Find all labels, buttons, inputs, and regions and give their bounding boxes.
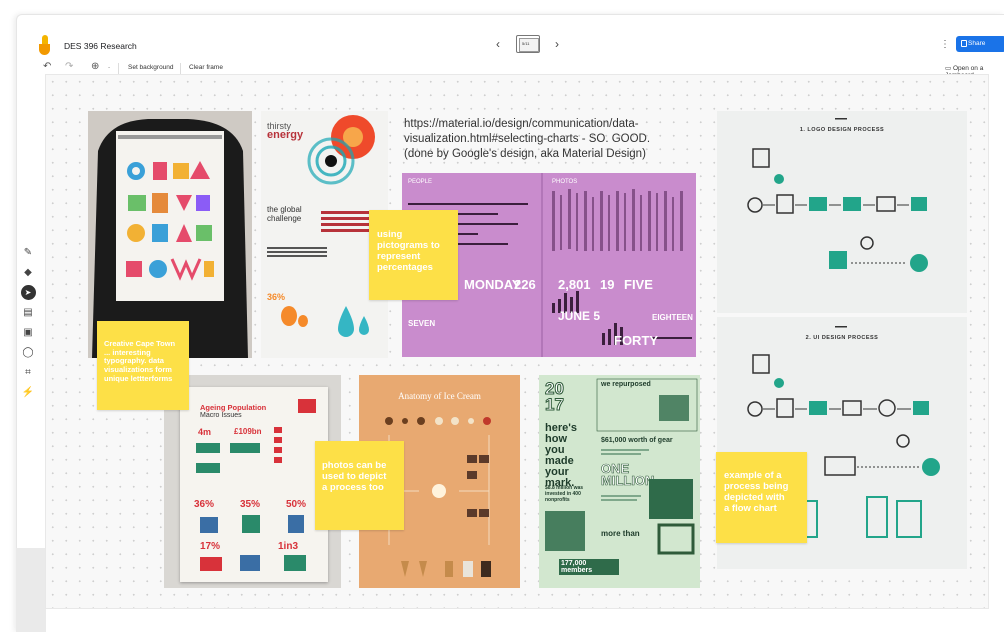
stat-19: 19: [600, 277, 615, 292]
share-button[interactable]: Share: [956, 36, 1004, 52]
stat-five: FIVE: [624, 277, 653, 292]
frame-indicator-button[interactable]: 5/11: [516, 35, 540, 53]
sticky-pictograms-text: using pictograms to represent percentage…: [377, 229, 440, 273]
top-bar: DES 396 Research ‹ 5/11 › ⋮ Share: [17, 15, 1004, 59]
more-options-icon[interactable]: ⋮: [940, 39, 950, 50]
background-panel: [16, 548, 46, 632]
image-tool-icon[interactable]: ▣: [17, 323, 39, 341]
stat-forty: FORTY: [614, 333, 659, 348]
sticky-flow-chart-text: example of a process being depicted with…: [724, 470, 789, 514]
monday-stat: MONDAY: [464, 277, 521, 292]
sticky-note-photos-process[interactable]: photos can be used to depict a process t…: [315, 441, 404, 530]
stat-226: 226: [514, 277, 536, 292]
select-cursor-icon: ➤: [20, 284, 36, 300]
stat-2801: 2,801: [558, 277, 591, 292]
zoom-dropdown[interactable]: -: [108, 64, 110, 71]
ui-process-title: 2. UI DESIGN PROCESS: [805, 335, 879, 341]
text-box-tool-icon[interactable]: ⌗: [17, 363, 39, 381]
sticky-note-cape-town[interactable]: Creative Cape Town ... interesting typog…: [97, 321, 189, 410]
tool-rail: ✎ ◆ ➤ ▤ ▣ ◯ ⌗ ⚡: [17, 243, 39, 433]
sticky-cape-town-text: Creative Cape Town ... interesting typog…: [104, 339, 176, 383]
green-illustration: [545, 378, 698, 555]
next-frame-button[interactable]: ›: [555, 37, 559, 51]
undo-icon[interactable]: ↶: [43, 61, 51, 72]
laser-tool-icon[interactable]: ⚡: [17, 383, 39, 401]
shape-tool-icon[interactable]: ◯: [17, 343, 39, 361]
sticky-note-pictograms[interactable]: using pictograms to represent percentage…: [369, 210, 458, 300]
share-label: Share: [968, 40, 986, 47]
global-challenge-label: the global challenge: [267, 205, 302, 223]
zoom-icon[interactable]: ⊕: [91, 61, 99, 72]
ageing-icons: [196, 399, 316, 571]
logo-process-flowchart: [747, 118, 928, 272]
stat-june5: JUNE 5: [558, 309, 601, 323]
frame-indicator-label: 5/11: [522, 41, 530, 46]
logo-design-process-image[interactable]: 1. LOGO DESIGN PROCESS: [717, 111, 967, 313]
ageing-poster: Ageing Population Macro Issues 4m £109bn…: [180, 387, 328, 582]
sticky-note-tool-icon[interactable]: ▤: [17, 303, 39, 321]
sticky-photos-process-text: photos can be used to depict a process t…: [322, 460, 387, 493]
toolbar-divider: [118, 63, 119, 74]
set-background-button[interactable]: Set background: [128, 64, 174, 71]
stat-eighteen: EIGHTEEN: [652, 313, 693, 322]
logo-process-title: 1. LOGO DESIGN PROCESS: [799, 127, 885, 133]
redo-icon[interactable]: ↷: [65, 61, 73, 72]
eraser-tool-icon[interactable]: ◆: [17, 263, 39, 281]
clear-frame-button[interactable]: Clear frame: [189, 64, 223, 71]
sticky-note-flow-chart[interactable]: example of a process being depicted with…: [716, 452, 807, 543]
previous-frame-button[interactable]: ‹: [496, 37, 500, 51]
green-report-infographic-image[interactable]: 20 17 here's how you made your mark. $8.8…: [539, 375, 700, 588]
select-tool-icon[interactable]: ➤: [17, 283, 39, 301]
share-lock-icon: [961, 40, 967, 47]
stat-seven: SEVEN: [408, 319, 436, 328]
percent-36-label: 36%: [267, 292, 286, 302]
whiteboard-canvas[interactable]: thirsty energy the global challenge 36% …: [45, 74, 989, 609]
jamboard-logo-icon: [39, 35, 50, 55]
document-title[interactable]: DES 396 Research: [64, 41, 137, 51]
photos-column-label: PHOTOS: [552, 179, 578, 185]
people-column-label: PEOPLE: [408, 179, 433, 185]
pen-tool-icon[interactable]: ✎: [17, 243, 39, 261]
ice-cream-title: Anatomy of Ice Cream: [398, 391, 481, 401]
toolbar-divider: [180, 63, 181, 74]
material-design-link-note[interactable]: https://material.io/design/communication…: [404, 117, 666, 162]
